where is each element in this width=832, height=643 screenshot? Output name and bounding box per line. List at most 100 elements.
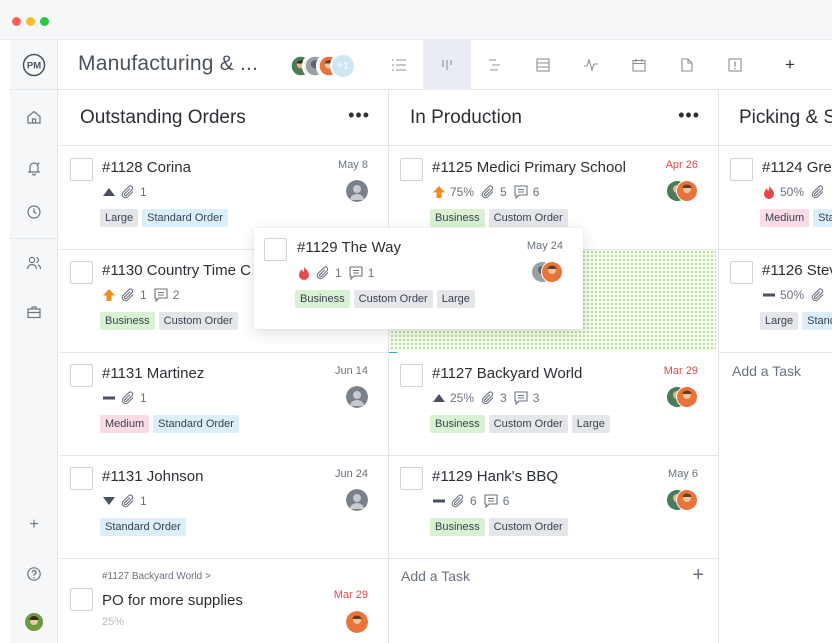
dashboard-view-icon[interactable] [567,40,615,90]
assignee-avatars[interactable] [531,261,563,283]
board-view-icon[interactable] [423,40,471,90]
task-title[interactable]: #1131 Martinez [102,365,204,382]
task-title[interactable]: PO for more supplies [102,592,243,609]
attachment-icon [315,265,331,281]
comment-icon [513,390,529,406]
task-title[interactable]: #1129 The Way [297,239,401,256]
list-view-icon[interactable] [375,40,423,90]
task-progress: 50% [780,185,805,199]
attachment-icon [120,390,136,406]
task-checkbox[interactable] [70,467,93,490]
add-task-link[interactable]: Add a Task [732,363,801,379]
dragging-task-card[interactable]: #1129 The Way May 24 1 1 Business Custom… [254,228,583,329]
add-task-link[interactable]: Add a Task [401,568,470,584]
task-card[interactable]: #1126 Stev 50% Large Stanc [719,250,832,353]
assignee-avatars[interactable] [666,386,698,408]
home-icon[interactable] [24,107,44,127]
assignee-avatar[interactable] [346,386,368,408]
task-checkbox[interactable] [70,261,93,284]
task-progress: 75% [450,185,475,199]
sidebar: PM + [10,40,58,643]
task-title[interactable]: #1124 Gree [762,159,832,176]
task-checkbox[interactable] [70,158,93,181]
task-tags: Large Standard Order [100,209,232,227]
task-title[interactable]: #1131 Johnson [102,468,203,485]
tag: Sta [813,209,832,227]
tag: Business [430,209,485,227]
tag: Medium [100,415,150,433]
task-checkbox[interactable] [264,238,287,261]
task-title[interactable]: #1130 Country Time C [102,262,251,279]
tag: Stanc [802,312,832,330]
info-view-icon[interactable] [711,40,759,90]
parent-task-breadcrumb[interactable]: #1127 Backyard World > [102,571,211,582]
subtask-card[interactable]: #1127 Backyard World > PO for more suppl… [59,559,388,643]
task-checkbox[interactable] [400,467,423,490]
task-meta: 6 6 [432,492,515,510]
task-checkbox[interactable] [400,158,423,181]
column-more-icon[interactable]: ••• [678,105,700,126]
task-title[interactable]: #1126 Stev [762,262,832,279]
task-due-date: Mar 29 [333,589,368,601]
task-checkbox[interactable] [730,158,753,181]
attachment-icon [810,184,826,200]
task-card[interactable]: #1127 Backyard World Mar 29 25% 3 3 Busi… [389,353,718,456]
attachment-icon [120,184,136,200]
bell-icon[interactable] [24,158,44,178]
task-card[interactable]: #1131 Johnson Jun 24 1 Standard Order [59,456,388,559]
task-meta: 1 [102,183,153,201]
task-tags: Business Custom Order [430,518,572,536]
briefcase-icon[interactable] [24,302,44,322]
assignee-avatars[interactable] [666,489,698,511]
gantt-view-icon[interactable] [471,40,519,90]
task-card[interactable]: #1124 Gree 50% Medium Sta [719,147,832,250]
add-view-button[interactable]: + [766,40,814,90]
attachment-icon [480,184,496,200]
task-checkbox[interactable] [70,364,93,387]
board-column-in-production: In Production ••• #1125 Medici Primary S… [389,90,719,643]
assignee-avatar[interactable] [346,180,368,202]
task-title[interactable]: #1128 Corina [102,159,191,176]
task-meta: 50% [762,286,830,304]
priority-dash-icon [762,290,776,300]
task-tags: Large Stanc [760,312,832,330]
minimize-window-dot[interactable] [26,17,35,26]
project-title[interactable]: Manufacturing & ... [78,52,258,76]
task-title[interactable]: #1129 Hank's BBQ [432,468,558,485]
task-title[interactable]: #1125 Medici Primary School [432,159,626,176]
add-task-plus-icon[interactable]: + [692,564,704,587]
sheet-view-icon[interactable] [519,40,567,90]
task-checkbox[interactable] [730,261,753,284]
task-checkbox[interactable] [400,364,423,387]
priority-up-triangle-icon [102,187,116,197]
users-icon[interactable] [24,253,44,273]
column-more-icon[interactable]: ••• [348,105,370,126]
task-checkbox[interactable] [70,588,93,611]
assignee-avatars[interactable] [666,180,698,202]
comment-count: 6 [502,494,510,508]
task-tags: Business Custom Order [430,209,572,227]
task-card[interactable]: #1131 Martinez Jun 14 1 Medium Standard … [59,353,388,456]
comment-count: 2 [172,288,180,302]
tag: Custom Order [353,290,433,308]
comment-count: 3 [532,391,540,405]
plus-icon[interactable]: + [24,515,44,535]
user-avatar[interactable] [24,612,44,632]
help-icon[interactable] [24,564,44,584]
column-header: Picking & S [719,90,832,146]
task-progress: 50% [780,288,805,302]
clock-icon[interactable] [24,202,44,222]
close-window-dot[interactable] [12,17,21,26]
task-card[interactable]: #1129 Hank's BBQ May 6 6 6 Business Cust… [389,456,718,559]
column-header: In Production ••• [389,90,718,146]
assignee-avatar[interactable] [346,611,368,633]
calendar-view-icon[interactable] [615,40,663,90]
attachment-icon [450,493,466,509]
column-title: Outstanding Orders [80,107,246,128]
tag: Business [430,518,485,536]
files-view-icon[interactable] [663,40,711,90]
assignee-avatar[interactable] [346,489,368,511]
task-title[interactable]: #1127 Backyard World [432,365,582,382]
maximize-window-dot[interactable] [40,17,49,26]
pm-logo-icon[interactable]: PM [22,53,46,77]
